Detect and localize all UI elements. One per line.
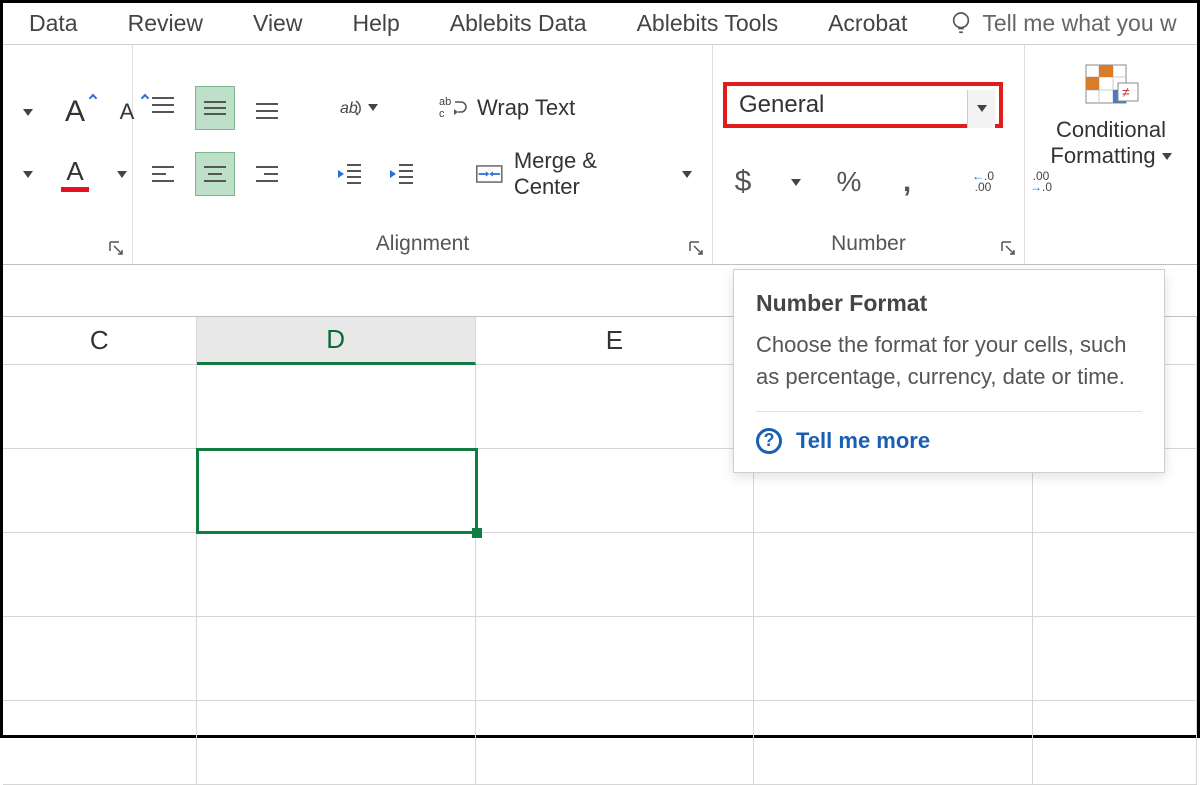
tooltip-body: Choose the format for your cells, such a…	[756, 329, 1142, 393]
orientation-button[interactable]: ab	[331, 86, 383, 130]
number-group-label: Number	[723, 228, 1014, 262]
menu-tab-view[interactable]: View	[231, 5, 324, 42]
menu-tab-ablebits-tools[interactable]: Ablebits Tools	[615, 5, 801, 42]
menu-tab-acrobat[interactable]: Acrobat	[806, 5, 929, 42]
number-group-launcher[interactable]	[1000, 240, 1016, 256]
ribbon-group-font: A A A	[3, 45, 133, 264]
align-center-button[interactable]	[195, 152, 235, 196]
font-color-label: A	[66, 156, 83, 187]
align-top-button[interactable]	[143, 86, 183, 130]
decrease-indent-button[interactable]	[330, 152, 370, 196]
align-bottom-button[interactable]	[247, 86, 287, 130]
selection-handle[interactable]	[472, 528, 482, 538]
tell-me-more-link[interactable]: ? Tell me more	[756, 428, 1142, 454]
ribbon-group-alignment: ab abc Wrap Text Merge & C	[133, 45, 713, 264]
conditional-formatting-button[interactable]: ≠ Conditional Formatting	[1044, 57, 1177, 228]
svg-text:ab: ab	[439, 96, 451, 108]
menu-tab-ablebits-data[interactable]: Ablebits Data	[428, 5, 609, 42]
font-size-caret[interactable]	[13, 103, 43, 121]
number-format-dropdown[interactable]: General	[723, 82, 1003, 128]
number-format-caret[interactable]	[967, 90, 995, 128]
merge-center-label: Merge & Center	[514, 148, 662, 200]
comma-style-button[interactable]: ,	[887, 160, 927, 204]
tell-me-text: Tell me what you w	[982, 10, 1176, 37]
wrap-text-button[interactable]: abc Wrap Text	[437, 93, 575, 123]
cf-label-2: Formatting	[1050, 143, 1155, 169]
number-format-value: General	[739, 91, 824, 119]
tooltip-title: Number Format	[756, 290, 1142, 317]
col-header-C[interactable]: C	[3, 317, 197, 365]
merge-center-button[interactable]: Merge & Center	[475, 148, 702, 200]
ribbon: A A A	[3, 45, 1197, 265]
lightbulb-icon	[950, 10, 972, 38]
ribbon-group-styles: ≠ Conditional Formatting	[1025, 45, 1197, 264]
merge-caret[interactable]	[672, 165, 702, 183]
align-left-button[interactable]	[143, 152, 183, 196]
grow-font-button[interactable]: A	[55, 90, 95, 134]
accounting-format-caret[interactable]	[781, 173, 811, 191]
col-header-E[interactable]: E	[476, 317, 754, 365]
font-group-launcher[interactable]	[108, 240, 124, 256]
svg-text:ab: ab	[340, 100, 358, 117]
alignment-group-launcher[interactable]	[688, 240, 704, 256]
menu-tab-help[interactable]: Help	[330, 5, 421, 42]
align-middle-button[interactable]	[195, 86, 235, 130]
menu-tab-data[interactable]: Data	[7, 5, 100, 42]
menu-bar: Data Review View Help Ablebits Data Able…	[3, 3, 1197, 45]
cell-D2[interactable]: 3.275	[197, 449, 476, 533]
font-face-caret[interactable]	[13, 165, 43, 183]
wrap-text-label: Wrap Text	[477, 95, 575, 121]
number-format-tooltip: Number Format Choose the format for your…	[733, 269, 1165, 473]
increase-decimal-button[interactable]: ←.0.00	[963, 160, 1003, 204]
increase-indent-button[interactable]	[382, 152, 422, 196]
tell-me-more-label: Tell me more	[796, 428, 930, 454]
col-header-D[interactable]: D	[197, 317, 476, 365]
grow-font-label: A	[65, 95, 85, 129]
alignment-group-label: Alignment	[143, 228, 702, 262]
tell-me[interactable]: Tell me what you w	[935, 10, 1176, 38]
accounting-format-button[interactable]: $	[723, 160, 763, 204]
svg-text:c: c	[439, 108, 445, 120]
ribbon-group-number: General $ % , ←.0.00 .00→.0 Number	[713, 45, 1025, 264]
percent-style-button[interactable]: %	[829, 160, 869, 204]
conditional-formatting-icon: ≠	[1080, 61, 1142, 111]
menu-tab-review[interactable]: Review	[106, 5, 225, 42]
align-right-button[interactable]	[247, 152, 287, 196]
cf-label-1: Conditional	[1056, 117, 1166, 143]
font-color-button[interactable]: A	[55, 152, 95, 196]
svg-text:≠: ≠	[1122, 84, 1130, 100]
help-icon: ?	[756, 428, 782, 454]
